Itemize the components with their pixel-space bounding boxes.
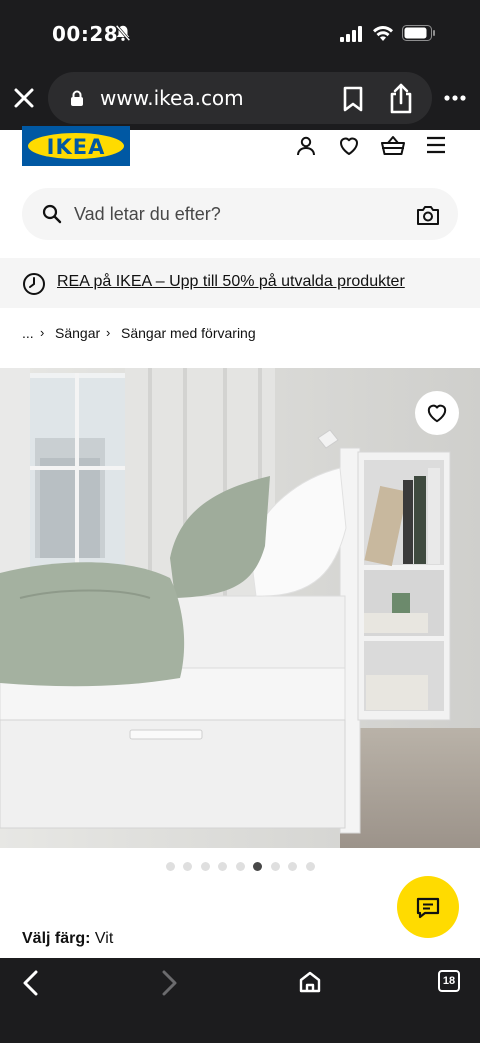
- ikea-logo[interactable]: IKEA: [22, 126, 130, 166]
- search-placeholder: Vad letar du efter?: [74, 204, 221, 224]
- breadcrumb-item-storage-beds[interactable]: Sängar med förvaring: [121, 325, 256, 341]
- heart-icon[interactable]: [337, 134, 361, 158]
- camera-search-icon[interactable]: [416, 204, 440, 226]
- back-icon[interactable]: [22, 970, 40, 996]
- battery-icon: [402, 25, 435, 41]
- forward-icon[interactable]: [160, 970, 178, 996]
- heart-icon: [427, 404, 447, 423]
- home-icon[interactable]: [298, 970, 322, 994]
- color-label: Välj färg:: [22, 930, 91, 947]
- logo-text: IKEA: [46, 135, 106, 159]
- carousel-indicator: [0, 860, 480, 874]
- close-icon[interactable]: [12, 86, 36, 110]
- carousel-dot[interactable]: [165, 862, 175, 871]
- carousel-dot[interactable]: [305, 862, 315, 871]
- color-value: Vit: [94, 930, 114, 947]
- color-selector: Välj färg: Vit: [22, 930, 113, 948]
- chat-button[interactable]: [397, 876, 459, 938]
- status-time: 00:28: [52, 22, 119, 46]
- carousel-dot[interactable]: [200, 862, 210, 871]
- more-options-icon[interactable]: [444, 94, 466, 102]
- chevron-right-icon: ›: [106, 325, 111, 340]
- carousel-dot[interactable]: [183, 862, 192, 871]
- menu-icon[interactable]: [426, 136, 446, 154]
- carousel-dot[interactable]: [270, 862, 280, 871]
- search-icon: [42, 204, 62, 224]
- url-text[interactable]: www.ikea.com: [100, 86, 244, 110]
- bookmark-icon[interactable]: [342, 86, 364, 112]
- carousel-dot[interactable]: [288, 862, 297, 871]
- carousel-dot[interactable]: [253, 862, 262, 871]
- breadcrumb-ellipsis[interactable]: ...: [22, 325, 34, 341]
- carousel-dot[interactable]: [235, 862, 245, 871]
- share-icon[interactable]: [388, 82, 414, 114]
- cellular-signal-icon: [340, 26, 362, 42]
- bed-illustration: [0, 368, 480, 848]
- tabs-button[interactable]: 18: [438, 970, 460, 992]
- promo-link[interactable]: REA på IKEA – Upp till 50% på utvalda pr…: [57, 273, 405, 291]
- favorite-button[interactable]: [415, 391, 459, 435]
- product-image[interactable]: [0, 368, 480, 848]
- carousel-dot[interactable]: [218, 862, 227, 871]
- clock-icon: [23, 273, 45, 295]
- browser-bottom-bar: 18: [0, 958, 480, 1043]
- chat-icon: [416, 897, 440, 919]
- wifi-icon: [373, 25, 393, 41]
- chevron-right-icon: ›: [40, 325, 45, 340]
- user-icon[interactable]: [294, 134, 318, 158]
- breadcrumb-item-beds[interactable]: Sängar: [55, 325, 100, 341]
- lock-icon: [71, 90, 83, 106]
- status-bar: 00:28: [0, 0, 480, 68]
- logo-oval: IKEA: [28, 133, 124, 159]
- bell-muted-icon: [115, 24, 131, 42]
- shopping-basket-icon[interactable]: [380, 134, 406, 158]
- tabs-count: 18: [442, 975, 456, 987]
